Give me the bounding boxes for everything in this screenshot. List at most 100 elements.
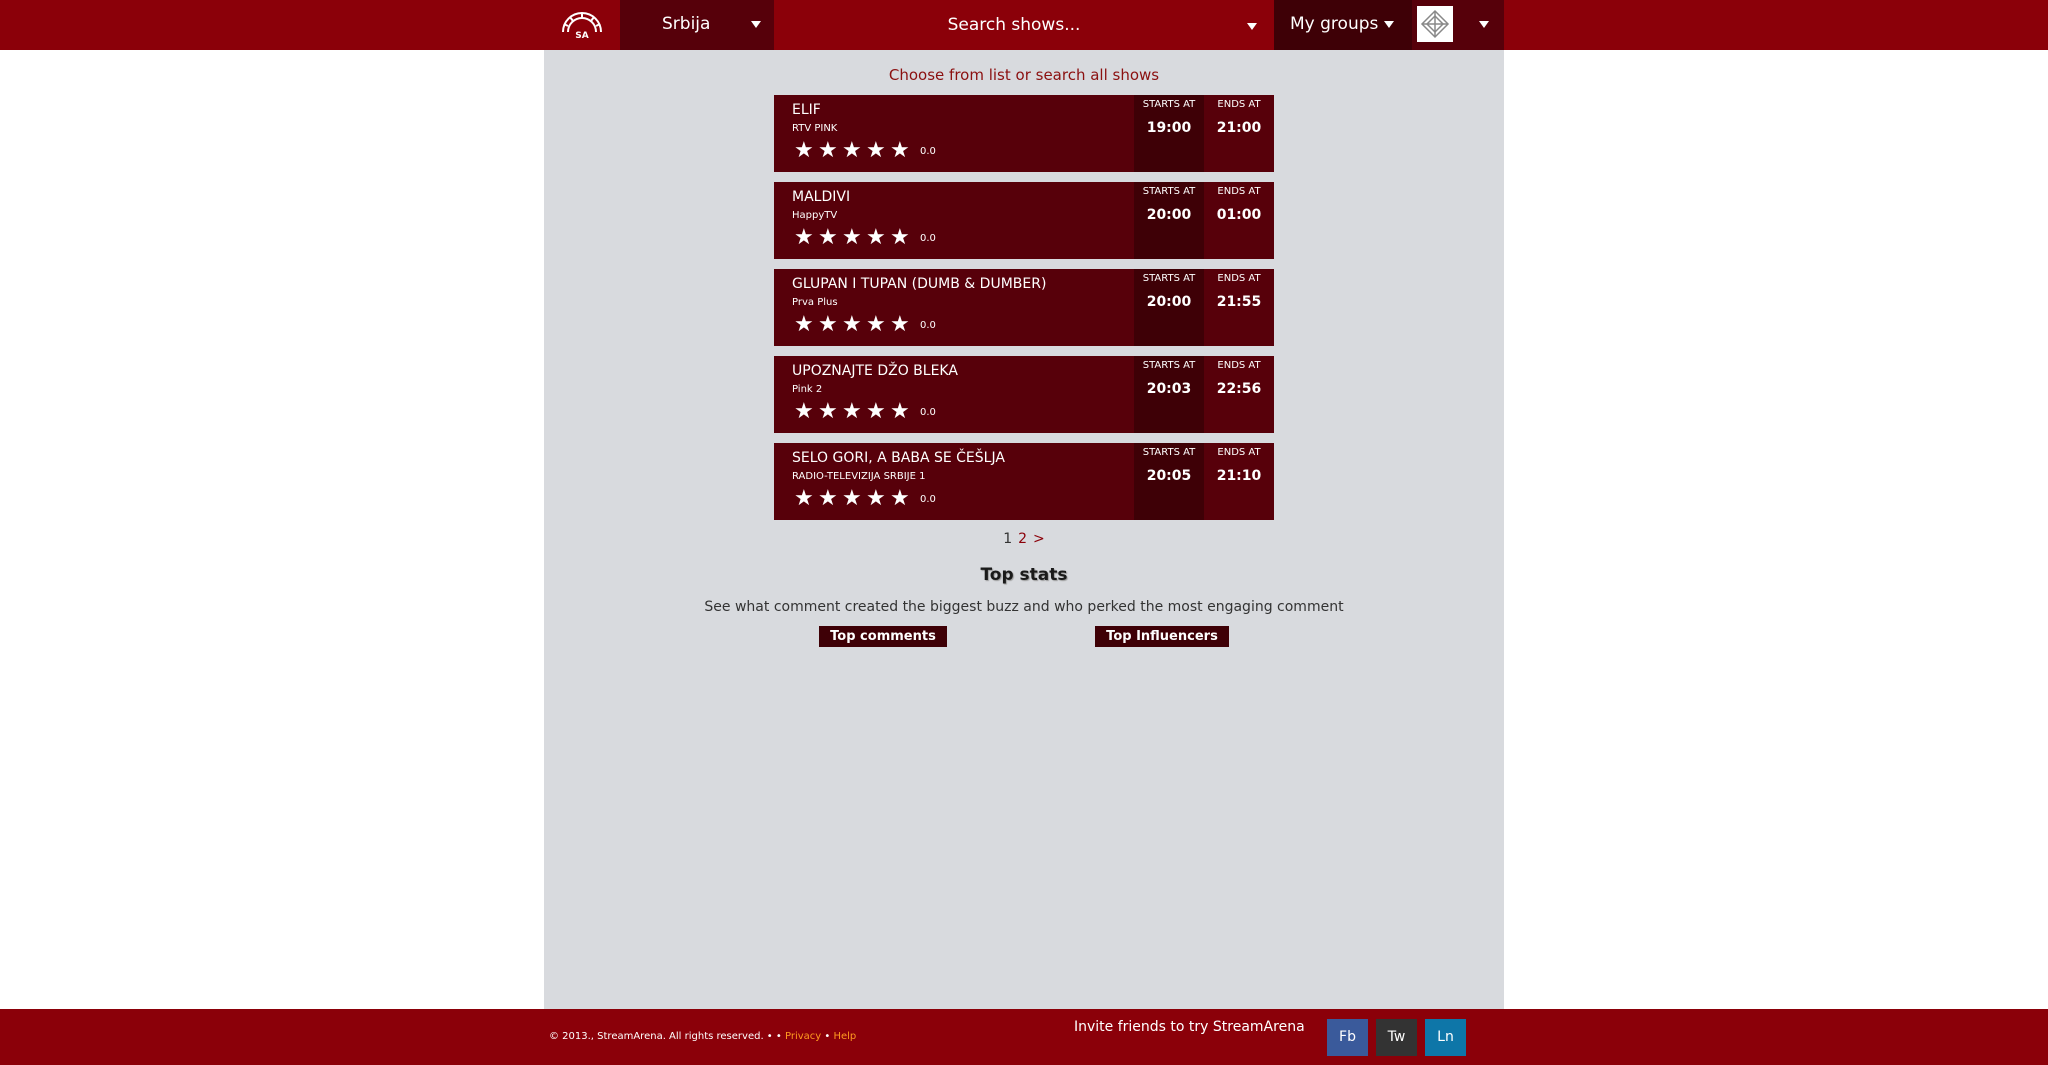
star-icon[interactable]: ★ — [794, 227, 818, 249]
invite-text: Invite friends to try StreamArena — [1074, 1019, 1305, 1035]
top-stats-description: See what comment created the biggest buz… — [704, 599, 1344, 615]
star-icon[interactable]: ★ — [794, 140, 818, 162]
starts-label: STARTS AT — [1142, 99, 1196, 110]
show-item[interactable]: UPOZNAJTE DŽO BLEKA Pink 2 ★ ★ ★ ★ ★ 0.0 STA… — [774, 356, 1274, 433]
page-next[interactable]: > — [1033, 531, 1045, 547]
start-column: STARTS AT 20:03 — [1134, 356, 1204, 433]
start-time: 20:00 — [1146, 294, 1192, 310]
help-link[interactable]: Help — [833, 1031, 856, 1042]
star-icon[interactable]: ★ — [890, 227, 914, 249]
show-channel: HappyTV — [792, 210, 838, 221]
search-box[interactable] — [774, 0, 1274, 50]
end-column: ENDS AT 22:56 — [1204, 356, 1274, 433]
start-column: STARTS AT 19:00 — [1134, 95, 1204, 172]
privacy-link[interactable]: Privacy — [785, 1031, 821, 1042]
end-column: ENDS AT 21:10 — [1204, 443, 1274, 520]
streamarena-logo-icon[interactable]: SA — [544, 0, 620, 50]
caret-down-icon — [751, 21, 761, 28]
choose-text: Choose from list or search all shows — [888, 66, 1160, 84]
my-groups-menu[interactable]: My groups — [1274, 0, 1412, 50]
star-icon[interactable]: ★ — [866, 314, 890, 336]
star-icon[interactable]: ★ — [794, 401, 818, 423]
caret-down-icon[interactable] — [1479, 21, 1489, 28]
star-icon[interactable]: ★ — [890, 140, 914, 162]
my-groups-label: My groups — [1290, 14, 1379, 34]
start-time: 20:00 — [1146, 207, 1192, 223]
show-item[interactable]: SELO GORI, A BABA SE ČEŠLJA RADIO-TELEVI… — [774, 443, 1274, 520]
star-icon[interactable]: ★ — [818, 401, 842, 423]
ends-label: ENDS AT — [1217, 447, 1261, 458]
star-icon[interactable]: ★ — [818, 227, 842, 249]
search-input[interactable] — [774, 0, 1274, 50]
end-column: ENDS AT 01:00 — [1204, 182, 1274, 259]
show-title[interactable]: ELIF — [792, 102, 821, 118]
star-icon[interactable]: ★ — [794, 488, 818, 510]
copyright-text: © 2013., StreamArena. All rights reserve… — [549, 1031, 782, 1042]
pagination: 1 2 > — [544, 531, 1504, 547]
footer: © 2013., StreamArena. All rights reserve… — [0, 1009, 2048, 1065]
star-icon[interactable]: ★ — [842, 314, 866, 336]
show-title[interactable]: GLUPAN I TUPAN (DUMB & DUMBER) — [792, 276, 1046, 292]
star-icon[interactable]: ★ — [842, 488, 866, 510]
end-time: 22:56 — [1216, 381, 1262, 397]
caret-down-icon[interactable] — [1247, 23, 1257, 30]
top-comments-button[interactable]: Top comments — [819, 626, 947, 647]
starts-label: STARTS AT — [1142, 273, 1196, 284]
star-icon[interactable]: ★ — [890, 314, 914, 336]
star-icon[interactable]: ★ — [794, 314, 818, 336]
rating-stars[interactable]: ★ ★ ★ ★ ★ 0.0 — [794, 401, 936, 423]
rating-value: 0.0 — [920, 493, 936, 505]
star-icon[interactable]: ★ — [818, 314, 842, 336]
caret-down-icon — [1384, 21, 1394, 28]
star-icon[interactable]: ★ — [818, 140, 842, 162]
start-time: 20:05 — [1146, 468, 1192, 484]
end-time: 21:10 — [1216, 468, 1262, 484]
twitter-button[interactable]: Tw — [1376, 1019, 1417, 1056]
show-item[interactable]: MALDIVI HappyTV ★ ★ ★ ★ ★ 0.0 STARTS AT 20:0… — [774, 182, 1274, 259]
rating-stars[interactable]: ★ ★ ★ ★ ★ 0.0 — [794, 488, 936, 510]
star-icon[interactable]: ★ — [890, 401, 914, 423]
end-time: 21:00 — [1216, 120, 1262, 136]
copyright: © 2013., StreamArena. All rights reserve… — [549, 1031, 856, 1042]
rating-stars[interactable]: ★ ★ ★ ★ ★ 0.0 — [794, 140, 936, 162]
star-icon[interactable]: ★ — [890, 488, 914, 510]
show-title[interactable]: UPOZNAJTE DŽO BLEKA — [792, 363, 958, 379]
show-channel: Prva Plus — [792, 297, 838, 308]
star-icon[interactable]: ★ — [818, 488, 842, 510]
rating-stars[interactable]: ★ ★ ★ ★ ★ 0.0 — [794, 314, 936, 336]
user-avatar-icon[interactable] — [1417, 6, 1453, 42]
linkedin-button[interactable]: Ln — [1425, 1019, 1466, 1056]
facebook-button[interactable]: Fb — [1327, 1019, 1368, 1056]
start-time: 19:00 — [1146, 120, 1192, 136]
star-icon[interactable]: ★ — [866, 488, 890, 510]
page-link-2[interactable]: 2 — [1018, 531, 1027, 547]
top-bar: SA Srbija My groups — [0, 0, 2048, 50]
show-channel: Pink 2 — [792, 384, 823, 395]
page-current: 1 — [1003, 531, 1013, 547]
country-label: Srbija — [662, 14, 711, 34]
user-menu[interactable] — [1412, 0, 1504, 50]
end-time: 21:55 — [1216, 294, 1262, 310]
rating-value: 0.0 — [920, 145, 936, 157]
logo-text: SA — [575, 31, 588, 40]
star-icon[interactable]: ★ — [866, 227, 890, 249]
main-content: Choose from list or search all shows ELI… — [544, 50, 1504, 1009]
start-time: 20:03 — [1146, 381, 1192, 397]
show-item[interactable]: GLUPAN I TUPAN (DUMB & DUMBER) Prva Plus… — [774, 269, 1274, 346]
show-title[interactable]: SELO GORI, A BABA SE ČEŠLJA — [792, 450, 1005, 466]
country-selector[interactable]: Srbija — [620, 0, 774, 50]
ends-label: ENDS AT — [1217, 273, 1261, 284]
star-icon[interactable]: ★ — [842, 227, 866, 249]
top-stats-title: Top stats — [980, 565, 1068, 585]
start-column: STARTS AT 20:00 — [1134, 182, 1204, 259]
top-influencers-button[interactable]: Top Influencers — [1095, 626, 1229, 647]
show-title[interactable]: MALDIVI — [792, 189, 850, 205]
end-column: ENDS AT 21:00 — [1204, 95, 1274, 172]
show-item[interactable]: ELIF RTV PINK ★ ★ ★ ★ ★ 0.0 STARTS AT 19:00 … — [774, 95, 1274, 172]
star-icon[interactable]: ★ — [842, 140, 866, 162]
rating-value: 0.0 — [920, 232, 936, 244]
star-icon[interactable]: ★ — [866, 401, 890, 423]
star-icon[interactable]: ★ — [866, 140, 890, 162]
star-icon[interactable]: ★ — [842, 401, 866, 423]
rating-stars[interactable]: ★ ★ ★ ★ ★ 0.0 — [794, 227, 936, 249]
